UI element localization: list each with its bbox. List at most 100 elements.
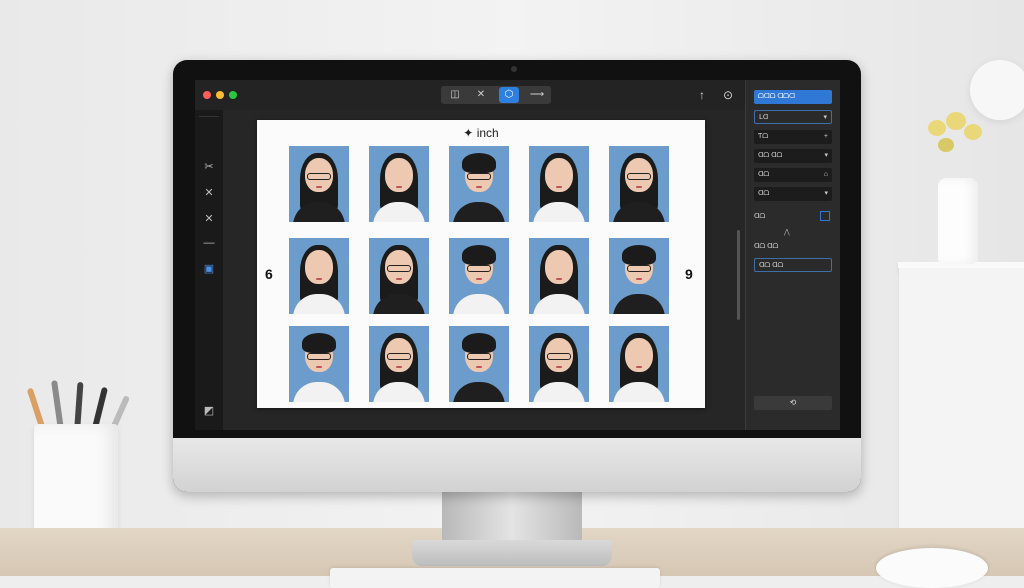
plus-icon: + <box>823 133 828 140</box>
mouth <box>476 366 482 368</box>
mouth <box>556 186 562 188</box>
mouth <box>396 186 402 188</box>
count-field[interactable]: Ƭᗝ + <box>754 130 832 144</box>
preset-dropdown[interactable]: ᗝᗡᗝ ᗡᗝᗡ <box>754 90 832 104</box>
close-icon[interactable]: ✕ <box>199 210 219 228</box>
sidebar-divider <box>199 116 219 135</box>
toolbar-group: ◫ ✕ ⬡ ⟶ <box>441 86 551 104</box>
format-label: ᗡᗝ <box>758 190 770 197</box>
flower <box>964 124 982 140</box>
torso <box>453 382 505 402</box>
shelf <box>898 268 1024 528</box>
id-photo[interactable] <box>529 238 589 314</box>
account-icon[interactable]: ⊙ <box>719 86 737 104</box>
hair <box>302 333 336 353</box>
camera <box>511 66 517 72</box>
glasses <box>387 265 411 272</box>
zoom-button[interactable] <box>229 91 237 99</box>
crop-tool[interactable]: ✕ <box>471 87 491 103</box>
properties-panel: ᗝᗡᗝ ᗡᗝᗡ ᒪᗡ ▾ Ƭᗝ + ᗡᗝ ᗡᗝ ▾ ᗡᗝ ⌂ ᗡᗝ ▾ ᗡᗝ ⋀… <box>745 80 840 430</box>
mouth <box>316 186 322 188</box>
monitor-stand-base <box>412 540 612 566</box>
panel-tool[interactable]: ◫ <box>445 87 465 103</box>
glasses <box>467 173 491 180</box>
chevron-down-icon: ▾ <box>824 190 828 197</box>
share-icon[interactable]: ↑ <box>693 86 711 104</box>
mouse <box>876 548 988 588</box>
id-photo[interactable] <box>449 238 509 314</box>
sheet-left-number: 6 <box>265 266 273 282</box>
format-dropdown[interactable]: ᗡᗝ ▾ <box>754 187 832 201</box>
hair <box>622 245 656 265</box>
sheet-title-text: inch <box>476 126 499 140</box>
photo-sheet: ✦ inch 6 9 <box>257 120 705 408</box>
layout-dropdown[interactable]: ᗡᗝ ᗡᗝ ▾ <box>754 149 832 163</box>
mouth <box>476 186 482 188</box>
id-photo[interactable] <box>289 238 349 314</box>
mouth <box>316 366 322 368</box>
flower-vase <box>938 178 978 264</box>
torso <box>453 294 505 314</box>
scissors-icon[interactable]: ✂ <box>199 158 219 176</box>
checkbox-label: ᗡᗝ <box>754 213 766 220</box>
id-photo[interactable] <box>609 326 669 402</box>
glasses <box>627 173 651 180</box>
close-button[interactable] <box>203 91 211 99</box>
layers-icon[interactable]: ◩ <box>199 402 219 420</box>
background-field[interactable]: ᗡᗝ ⌂ <box>754 168 832 182</box>
cross-icon[interactable]: ✕ <box>199 184 219 202</box>
monitor-stand <box>442 490 582 546</box>
id-photo[interactable] <box>609 238 669 314</box>
left-toolbar: ✂ ✕ ✕ — ▣ ◩ <box>195 110 223 430</box>
flower <box>928 120 946 136</box>
line-icon[interactable]: — <box>199 234 219 252</box>
flower <box>938 138 954 152</box>
option-checkbox[interactable] <box>820 211 830 221</box>
mouth <box>636 366 642 368</box>
keyboard <box>330 568 660 588</box>
monitor-chin <box>173 438 861 492</box>
id-photo[interactable] <box>449 146 509 222</box>
glasses <box>307 353 331 360</box>
size-dropdown[interactable]: ᒪᗡ ▾ <box>754 110 832 124</box>
id-photo[interactable] <box>449 326 509 402</box>
chevron-down-icon: ▾ <box>824 152 828 159</box>
vertical-scrollbar[interactable] <box>737 230 740 320</box>
arrow-tool[interactable]: ⟶ <box>527 87 547 103</box>
id-photo[interactable] <box>609 146 669 222</box>
mouth <box>556 366 562 368</box>
lamp <box>970 60 1024 120</box>
glasses <box>467 265 491 272</box>
minimize-button[interactable] <box>216 91 224 99</box>
mouth <box>396 278 402 280</box>
sheet-title: ✦ inch <box>257 126 705 140</box>
id-photo[interactable] <box>369 146 429 222</box>
frame-icon[interactable]: ▣ <box>199 260 219 278</box>
torso <box>453 202 505 222</box>
name-input-value: ᗡᗝ ᗡᗝ <box>759 262 784 269</box>
id-photo[interactable] <box>289 326 349 402</box>
mouth <box>556 278 562 280</box>
mouth <box>476 278 482 280</box>
glasses <box>307 173 331 180</box>
id-photo[interactable] <box>529 326 589 402</box>
monitor: ◫ ✕ ⬡ ⟶ ↑ ⊙ ✂ ✕ ✕ — ▣ ◩ ✦ inch 6 9 ᗝᗡᗝ ᗡ… <box>173 60 861 492</box>
mouth <box>636 278 642 280</box>
layout-label: ᗡᗝ ᗡᗝ <box>758 152 783 159</box>
name-input[interactable]: ᗡᗝ ᗡᗝ <box>754 258 832 272</box>
undo-button[interactable]: ⟲ <box>754 396 832 410</box>
chevron-up-icon[interactable]: ⋀ <box>784 228 790 236</box>
canvas: ✦ inch 6 9 <box>223 110 745 430</box>
id-photo[interactable] <box>369 326 429 402</box>
id-photo[interactable] <box>289 146 349 222</box>
mouth <box>316 278 322 280</box>
flower <box>946 112 966 130</box>
shape-tool[interactable]: ⬡ <box>499 87 519 103</box>
title-bar: ◫ ✕ ⬡ ⟶ ↑ ⊙ <box>195 80 839 110</box>
id-photo[interactable] <box>529 146 589 222</box>
id-photo[interactable] <box>369 238 429 314</box>
hair <box>462 153 496 173</box>
size-label: ᒪᗡ <box>759 114 769 121</box>
glasses <box>387 353 411 360</box>
chevron-down-icon: ▾ <box>823 114 827 121</box>
